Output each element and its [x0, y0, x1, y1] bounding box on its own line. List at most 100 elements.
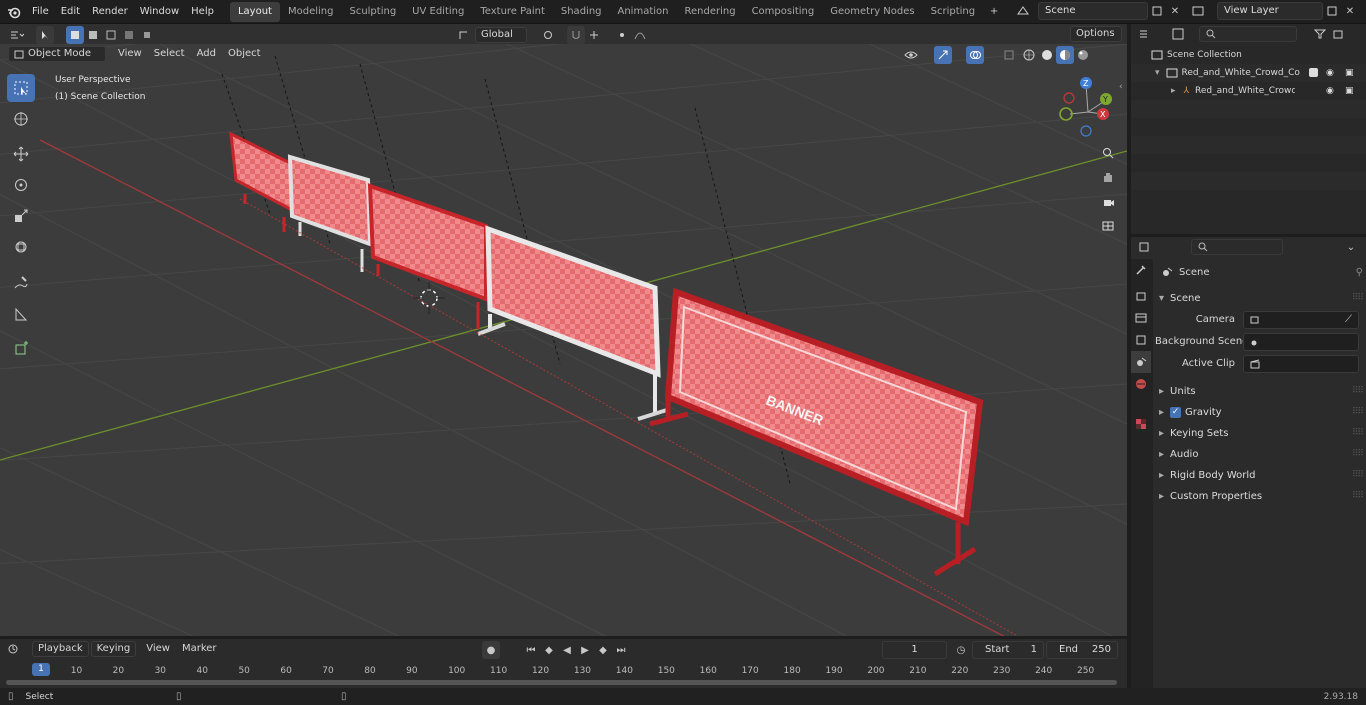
add-menu[interactable]: Add [191, 46, 222, 62]
select-new-icon[interactable] [66, 26, 84, 44]
annotate-tool[interactable] [7, 269, 35, 297]
options-dropdown[interactable]: Options [1070, 26, 1122, 42]
outliner-collection-row[interactable]: ▾ Red_and_White_Crowd_Contr ◉ ▣ [1131, 64, 1366, 82]
object-mode-dropdown[interactable]: Object Mode [8, 46, 106, 62]
workspace-tab-rendering[interactable]: Rendering [676, 2, 743, 22]
properties-editor-type-icon[interactable] [1137, 238, 1155, 256]
snap-target-icon[interactable] [585, 26, 603, 44]
view-layer-tab-icon[interactable] [1131, 329, 1151, 351]
object-menu[interactable]: Object [222, 46, 267, 62]
properties-search-input[interactable] [1191, 239, 1283, 255]
select-extend-icon[interactable] [84, 26, 102, 44]
view-layer-icon[interactable] [1189, 2, 1207, 20]
background-scene-field[interactable] [1243, 333, 1359, 351]
delete-view-layer-icon[interactable]: ✕ [1341, 2, 1359, 20]
texture-tab-icon[interactable] [1131, 413, 1151, 435]
expand-arrow-icon[interactable]: ▾ [1155, 64, 1160, 82]
outliner-search-input[interactable] [1199, 26, 1297, 42]
subpanel-keying-sets[interactable]: ▸ Keying Sets ⠿⠿ [1155, 423, 1364, 444]
visibility-icon[interactable] [902, 46, 920, 64]
move-tool[interactable] [7, 140, 35, 168]
filter-icon[interactable] [1311, 25, 1329, 43]
zoom-icon[interactable] [1098, 142, 1118, 164]
menu-window[interactable]: Window [134, 2, 185, 22]
blender-logo-icon[interactable] [5, 3, 23, 21]
camera-icon[interactable]: ▣ [1345, 82, 1354, 100]
pivot-point-icon[interactable] [539, 26, 557, 44]
active-clip-field[interactable] [1243, 355, 1359, 373]
eye-icon[interactable]: ◉ [1326, 82, 1334, 100]
world-tab-icon[interactable] [1131, 373, 1151, 395]
subpanel-custom-properties[interactable]: ▸ Custom Properties ⠿⠿ [1155, 486, 1364, 507]
subpanel-audio[interactable]: ▸ Audio ⠿⠿ [1155, 444, 1364, 465]
delete-scene-icon[interactable]: ✕ [1166, 2, 1184, 20]
select-subtract-icon[interactable] [102, 26, 120, 44]
camera-icon[interactable]: ▣ [1345, 64, 1354, 82]
new-collection-icon[interactable] [1329, 25, 1347, 43]
editor-type-icon[interactable] [8, 26, 26, 44]
transform-orientation-icon[interactable] [455, 26, 473, 44]
output-tab-icon[interactable] [1131, 307, 1151, 329]
workspace-tab-texture-paint[interactable]: Texture Paint [472, 2, 553, 22]
camera-field[interactable]: ⟋ [1243, 311, 1359, 329]
3d-viewport[interactable]: BANNER User Perspective (1) Scene Collec… [0, 44, 1127, 636]
menu-render[interactable]: Render [86, 2, 134, 22]
eye-icon[interactable]: ◉ [1326, 64, 1334, 82]
select-cursor-icon[interactable] [36, 26, 54, 44]
falloff-icon[interactable] [631, 26, 649, 44]
new-scene-icon[interactable] [1148, 2, 1166, 20]
properties-options-icon[interactable]: ⌄ [1342, 238, 1360, 256]
select-box-tool[interactable] [7, 74, 35, 102]
subpanel-rigid-body-world[interactable]: ▸ Rigid Body World ⠿⠿ [1155, 465, 1364, 486]
add-workspace-icon[interactable]: + [985, 3, 1003, 21]
timeline-scrollbar[interactable] [6, 680, 1117, 685]
outliner-scene-collection[interactable]: Scene Collection [1131, 46, 1366, 64]
transform-orientation-dropdown[interactable]: Global [475, 27, 527, 43]
tool-tab-icon[interactable] [1131, 259, 1151, 281]
scene-name-field[interactable]: Scene [1038, 2, 1148, 20]
eyedropper-icon[interactable]: ⟋ [1345, 312, 1352, 328]
camera-view-icon[interactable] [1098, 190, 1118, 214]
add-cube-tool[interactable] [7, 334, 35, 362]
outliner-object-row[interactable]: ▸ ⅄ Red_and_White_Crowd_C ◉ ▣ [1131, 82, 1366, 100]
select-invert-icon[interactable] [120, 26, 138, 44]
workspace-tab-animation[interactable]: Animation [610, 2, 677, 22]
proportional-edit-icon[interactable] [613, 26, 631, 44]
subpanel-units[interactable]: ▸ Units ⠿⠿ [1155, 381, 1364, 402]
wireframe-shading-icon[interactable] [1020, 46, 1038, 64]
display-mode-icon[interactable] [1169, 25, 1187, 43]
xray-toggle-icon[interactable] [1000, 46, 1018, 64]
material-shading-icon[interactable] [1056, 46, 1074, 64]
snap-icon[interactable] [567, 26, 585, 44]
menu-help[interactable]: Help [185, 2, 220, 22]
menu-edit[interactable]: Edit [55, 2, 86, 22]
render-tab-icon[interactable] [1131, 285, 1151, 307]
outliner-editor-type-icon[interactable] [1137, 25, 1155, 43]
scene-panel-header[interactable]: ▾ Scene ⠿⠿ [1155, 288, 1364, 309]
pin-icon[interactable]: ⚲ [1356, 267, 1363, 278]
overlays-toggle-icon[interactable] [966, 46, 984, 64]
workspace-tab-modeling[interactable]: Modeling [280, 2, 342, 22]
workspace-tab-layout[interactable]: Layout [229, 1, 280, 22]
workspace-tab-scripting[interactable]: Scripting [923, 2, 983, 22]
rendered-shading-icon[interactable] [1074, 46, 1092, 64]
sidebar-toggle-icon[interactable]: ‹ [1119, 82, 1123, 92]
select-intersect-icon[interactable] [138, 26, 156, 44]
new-view-layer-icon[interactable] [1323, 2, 1341, 20]
expand-arrow-icon[interactable]: ▸ [1171, 82, 1176, 100]
collection-checkbox-icon[interactable] [1309, 68, 1318, 77]
view-layer-field[interactable]: View Layer [1217, 2, 1323, 20]
view-menu[interactable]: View [112, 46, 148, 62]
workspace-tab-shading[interactable]: Shading [553, 2, 610, 22]
scene-tab-icon[interactable] [1131, 351, 1151, 373]
solid-shading-icon[interactable] [1038, 46, 1056, 64]
3d-cursor[interactable] [413, 282, 445, 314]
workspace-tab-sculpting[interactable]: Sculpting [341, 2, 404, 22]
select-menu[interactable]: Select [148, 46, 191, 62]
navigation-gizmo[interactable]: Z Y X [1056, 76, 1120, 140]
workspace-tab-uv-editing[interactable]: UV Editing [404, 2, 472, 22]
gizmo-toggle-icon[interactable] [934, 46, 952, 64]
rotate-tool[interactable] [7, 171, 35, 199]
measure-tool[interactable] [7, 300, 35, 328]
gravity-checkbox[interactable]: ✓ [1170, 407, 1182, 418]
